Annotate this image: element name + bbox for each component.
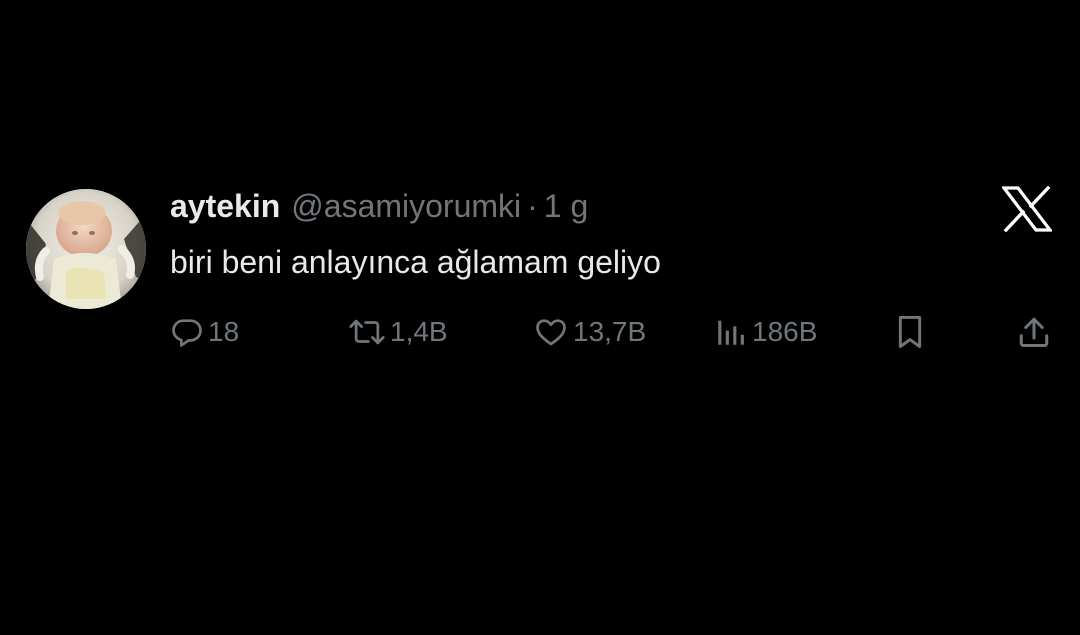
avatar-image xyxy=(26,189,146,309)
views-button[interactable]: 186B xyxy=(714,310,817,354)
repost-icon xyxy=(349,319,385,345)
reply-button[interactable]: 18 xyxy=(170,310,239,354)
share-button[interactable] xyxy=(1016,310,1052,354)
separator-dot: · xyxy=(527,188,538,224)
timestamp[interactable]: 1 g xyxy=(544,186,588,226)
bookmark-icon xyxy=(898,316,922,348)
views-count: 186B xyxy=(752,316,818,347)
x-logo-icon xyxy=(1000,185,1054,233)
share-icon xyxy=(1019,317,1049,347)
reply-count: 18 xyxy=(208,316,240,347)
repost-count: 1,4B xyxy=(390,316,448,347)
tweet-header: aytekin @asamiyorumki · 1 g xyxy=(170,186,588,226)
avatar[interactable] xyxy=(26,189,146,309)
like-button[interactable]: 13,7B xyxy=(533,310,646,354)
heart-icon xyxy=(536,319,566,346)
like-count: 13,7B xyxy=(573,316,647,347)
bookmark-button[interactable] xyxy=(893,310,927,354)
repost-button[interactable]: 1,4B xyxy=(348,310,448,354)
tweet-card[interactable]: aytekin @asamiyorumki · 1 g biri beni an… xyxy=(0,0,1080,635)
action-bar: 18 1,4B 13,7B 186B xyxy=(0,310,1080,354)
reply-icon xyxy=(172,319,202,347)
user-handle[interactable]: @asamiyorumki xyxy=(291,186,521,226)
views-icon xyxy=(718,320,744,345)
tweet-text: biri beni anlayınca ağlamam geliyo xyxy=(170,244,661,280)
display-name[interactable]: aytekin xyxy=(170,186,280,226)
